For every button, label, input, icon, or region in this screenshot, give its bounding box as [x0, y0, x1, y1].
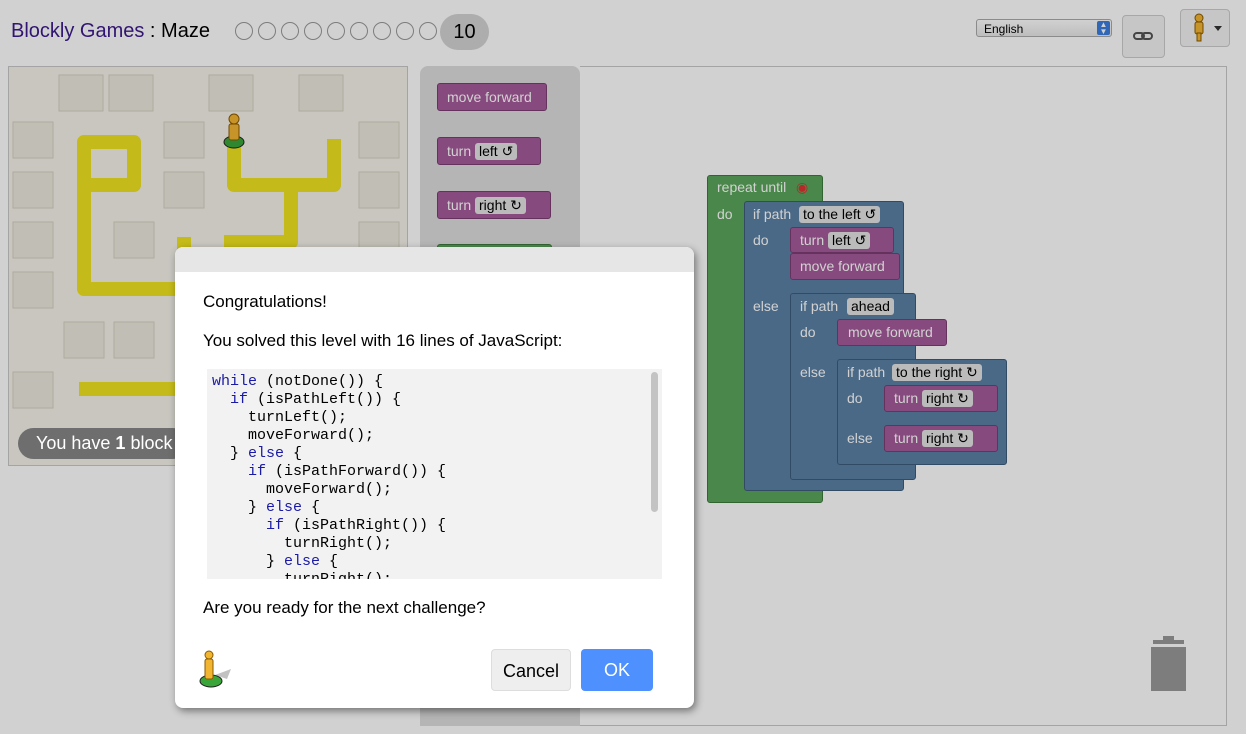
banner-text: block	[125, 433, 173, 453]
code-line: } else {	[212, 499, 321, 516]
code-line: turnLeft();	[212, 409, 348, 426]
code-line: if (isPathRight()) {	[266, 517, 447, 534]
code-line: moveForward();	[212, 427, 375, 444]
banner-text: You have	[36, 433, 116, 453]
code-line: moveForward();	[212, 481, 393, 498]
dialog-header-bar[interactable]	[175, 247, 694, 272]
code-line: turnRight();	[212, 571, 662, 579]
ok-button[interactable]: OK	[581, 649, 653, 691]
code-line: } else {	[212, 445, 303, 462]
congratulations-dialog: Congratulations! You solved this level w…	[175, 247, 694, 708]
code-line: } else {	[212, 553, 339, 570]
code-line: turnRight();	[212, 535, 393, 552]
next-challenge-question: Are you ready for the next challenge?	[203, 598, 486, 617]
code-line: if (isPathLeft()) {	[230, 391, 402, 408]
cancel-button[interactable]: Cancel	[491, 649, 571, 691]
javascript-code-box[interactable]: while (notDone()) { if (isPathLeft()) { …	[207, 369, 662, 579]
code-line: if (isPathForward()) {	[248, 463, 447, 480]
code-listing: while (notDone()) { if (isPathLeft()) { …	[207, 369, 662, 579]
code-scrollbar[interactable]	[651, 372, 658, 512]
code-line: while (notDone()) {	[212, 373, 384, 390]
dialog-message: You solved this level with 16 lines of J…	[203, 331, 563, 350]
dialog-title: Congratulations!	[203, 292, 327, 311]
pegman-icon	[199, 650, 231, 688]
blocks-remaining-banner: You have 1 block	[18, 428, 188, 459]
banner-count: 1	[115, 433, 126, 453]
